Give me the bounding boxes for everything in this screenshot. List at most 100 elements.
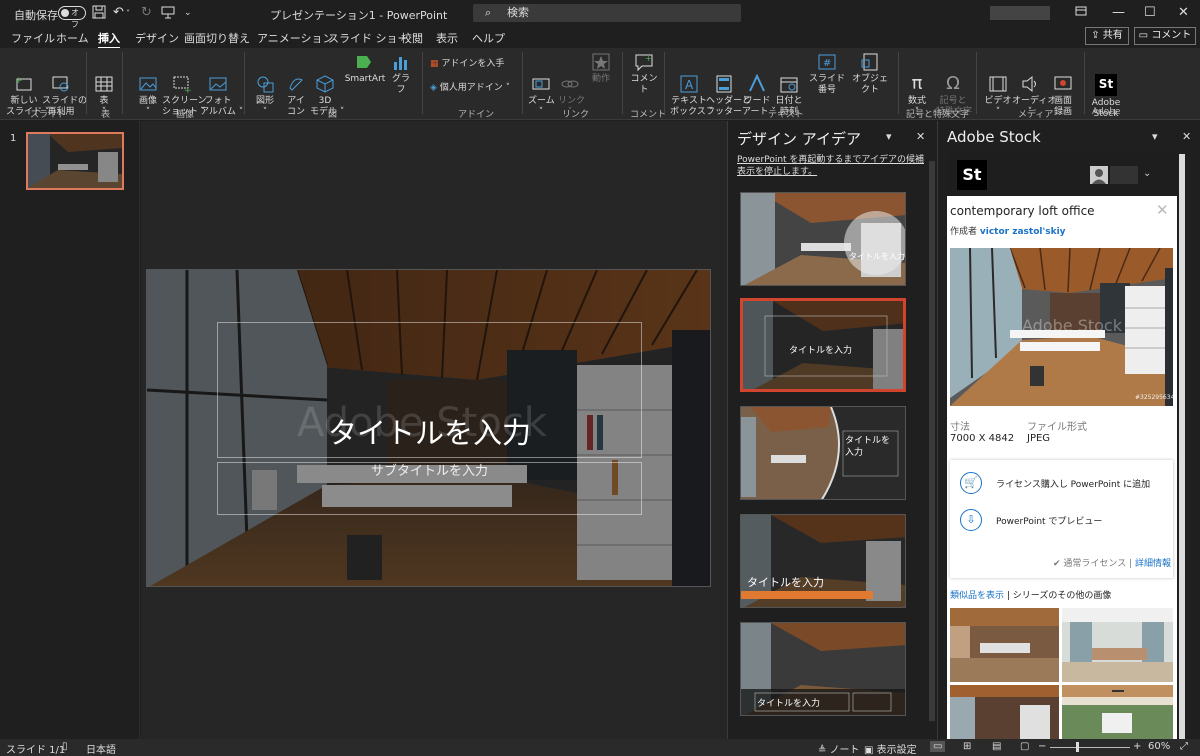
tab-home[interactable]: ホーム [56, 30, 89, 46]
preview-button[interactable]: ⇩ PowerPoint でプレビュー [960, 509, 1102, 531]
similar-image[interactable] [950, 608, 1059, 682]
normal-view-icon[interactable]: ▭ [930, 741, 946, 752]
ribbon-tabs: ファイル ホーム 挿入 デザイン 画面切り替え アニメーション スライド ショー… [0, 27, 1200, 49]
zoom-level[interactable]: 60% [1148, 741, 1170, 752]
show-similar-link[interactable]: 類似品を表示 [950, 591, 1004, 601]
design-idea-title: タイトルを入力 [789, 346, 853, 356]
adobe-stock-watermark: Adobe Stock [1022, 316, 1122, 335]
photo-album-button[interactable]: フォト アルバム ˅ [200, 52, 243, 129]
redo-icon[interactable]: ↻ [141, 5, 152, 20]
design-ideas-close-icon[interactable]: ✕ [916, 130, 925, 143]
tab-insert[interactable]: 挿入 [98, 30, 120, 49]
slide[interactable]: Adobe Stock タイトルを入力 サブタイトルを入力 [146, 269, 711, 587]
slide-thumbnail[interactable] [26, 132, 124, 190]
pane-options-icon[interactable]: ▾ [1152, 130, 1158, 143]
chart-button[interactable]: グラフ [388, 52, 414, 96]
tab-file[interactable]: ファイル [11, 30, 55, 46]
maximize-icon[interactable]: ☐ [1144, 5, 1156, 20]
shapes-icon [257, 76, 274, 93]
undo-icon[interactable]: ↶ [113, 5, 124, 20]
slide-subtitle[interactable]: サブタイトルを入力 [147, 460, 710, 479]
video-button[interactable]: ビデオ ˅ [984, 52, 1012, 129]
stock-image-name: contemporary loft office [950, 204, 1095, 218]
textbox-button[interactable]: A テキスト ボックス ˅ [670, 52, 713, 129]
zoom-in-icon[interactable]: + [1133, 741, 1141, 752]
comment-insert-button[interactable]: + コメント [628, 52, 660, 96]
object-icon [861, 53, 878, 71]
zoom-out-icon[interactable]: − [1038, 741, 1046, 752]
share-button[interactable]: ⇪ 共有 [1085, 27, 1129, 45]
adobe-stock-button[interactable]: St Adobe Stock [1090, 52, 1122, 131]
license-info: ✔ 通常ライセンス | 詳細情報 [1053, 559, 1172, 569]
tab-review[interactable]: 校閲 [401, 30, 423, 46]
display-settings-button[interactable]: ▣ 表示設定 [864, 741, 917, 756]
shapes-button[interactable]: 図形 ˅ [254, 52, 276, 129]
undo-dropdown-icon[interactable]: ˅ [126, 9, 130, 18]
icons-button[interactable]: アイ コン [284, 52, 308, 129]
adobe-stock-close-icon[interactable]: ✕ [1182, 130, 1191, 143]
design-idea-5[interactable]: タイトルを入力 [740, 622, 906, 716]
design-idea-1[interactable]: タイトルを入力 [740, 192, 906, 286]
author-link[interactable]: victor zastol'skiy [980, 227, 1066, 237]
account-dropdown-icon[interactable]: ⌄ [1143, 168, 1151, 179]
icons-label: アイ コン [286, 96, 305, 117]
slide-title[interactable]: タイトルを入力 [147, 410, 710, 452]
my-addins-button[interactable]: ◈ 個人用アドイン ˅ [430, 83, 520, 94]
stock-image-preview[interactable]: Adobe Stock #325295634 [950, 248, 1173, 406]
autosave-toggle[interactable]: オフ [58, 6, 86, 29]
design-ideas-pane: デザイン アイデア ▾ ✕ PowerPoint を再起動するまでアイデアの候補… [727, 121, 936, 739]
slideshow-view-icon[interactable]: ▢ [1020, 741, 1029, 752]
design-idea-3[interactable]: タイトルを入力 [740, 406, 906, 500]
license-add-label: ライセンス購入し PowerPoint に追加 [996, 479, 1151, 490]
present-icon[interactable] [161, 5, 175, 23]
ribbon-display-icon[interactable] [1075, 5, 1087, 21]
action-button[interactable]: 動作 [590, 52, 612, 85]
tab-transitions[interactable]: 画面切り替え [184, 30, 250, 46]
zoom-button[interactable]: ズーム ˅ [528, 52, 555, 129]
minimize-icon[interactable]: — [1112, 5, 1125, 20]
slide-number-button[interactable]: # スライド番号 [806, 52, 848, 96]
similar-image[interactable] [1062, 608, 1173, 682]
tab-design[interactable]: デザイン [135, 30, 179, 46]
tab-view[interactable]: 表示 [436, 30, 458, 46]
similar-image[interactable] [1062, 685, 1173, 739]
avatar[interactable] [1090, 166, 1108, 184]
design-pane-scrollbar[interactable] [929, 161, 935, 721]
close-icon[interactable]: ✕ [1178, 5, 1189, 20]
language-indicator[interactable]: 日本語 [86, 741, 116, 756]
stop-suggestions-link[interactable]: PowerPoint を再起動するまでアイデアの候補表示を停止します。 [737, 154, 932, 178]
save-icon[interactable] [92, 5, 106, 23]
license-details-link[interactable]: 詳細情報 [1135, 559, 1171, 569]
comments-button[interactable]: ▭ コメント [1134, 27, 1196, 45]
series-images-link[interactable]: シリーズのその他の画像 [1013, 591, 1112, 601]
stock-detail-close-icon[interactable]: ✕ [1156, 201, 1169, 219]
zoom-slider-thumb[interactable] [1076, 742, 1079, 752]
design-idea-4[interactable]: タイトルを入力 [740, 514, 906, 608]
customize-qat-icon[interactable]: ⌄ [184, 8, 192, 18]
search-box[interactable]: ⌕ 検索 [473, 4, 741, 22]
screen-record-button[interactable]: 画面 録画 [1050, 52, 1076, 129]
reading-view-icon[interactable]: ▤ [992, 741, 1001, 752]
tab-slideshow[interactable]: スライド ショー [328, 30, 409, 46]
notes-button[interactable]: ≜ ノート [818, 741, 860, 756]
tab-animations[interactable]: アニメーション [257, 30, 334, 46]
smartart-button[interactable]: SmartArt [344, 52, 386, 85]
pane-options-icon[interactable]: ▾ [886, 130, 892, 143]
similar-image[interactable] [950, 685, 1059, 739]
design-idea-2[interactable]: タイトルを入力 [740, 298, 906, 392]
account-name[interactable] [1110, 166, 1138, 184]
slide-sorter-icon[interactable]: ⊞ [963, 741, 971, 752]
fit-slide-icon[interactable]: ⤢ [1180, 741, 1188, 752]
adobe-stock-scrollbar[interactable] [1179, 154, 1185, 739]
svg-text:+: + [15, 76, 23, 86]
account-name[interactable] [990, 6, 1050, 20]
accessibility-icon[interactable]: ▯ [62, 741, 68, 752]
header-footer-button[interactable]: ヘッダーと フッター [706, 52, 751, 129]
tab-help[interactable]: ヘルプ [472, 30, 505, 46]
get-addins-button[interactable]: ▦ アドインを入手 [430, 59, 510, 70]
image-button[interactable]: 画像 ˅ [133, 52, 163, 129]
object-button[interactable]: オブジェクト [850, 52, 890, 96]
zoom-slider-track[interactable] [1050, 747, 1130, 748]
preview-label: PowerPoint でプレビュー [996, 516, 1103, 527]
license-add-button[interactable]: 🛒 ライセンス購入し PowerPoint に追加 [960, 472, 1150, 494]
